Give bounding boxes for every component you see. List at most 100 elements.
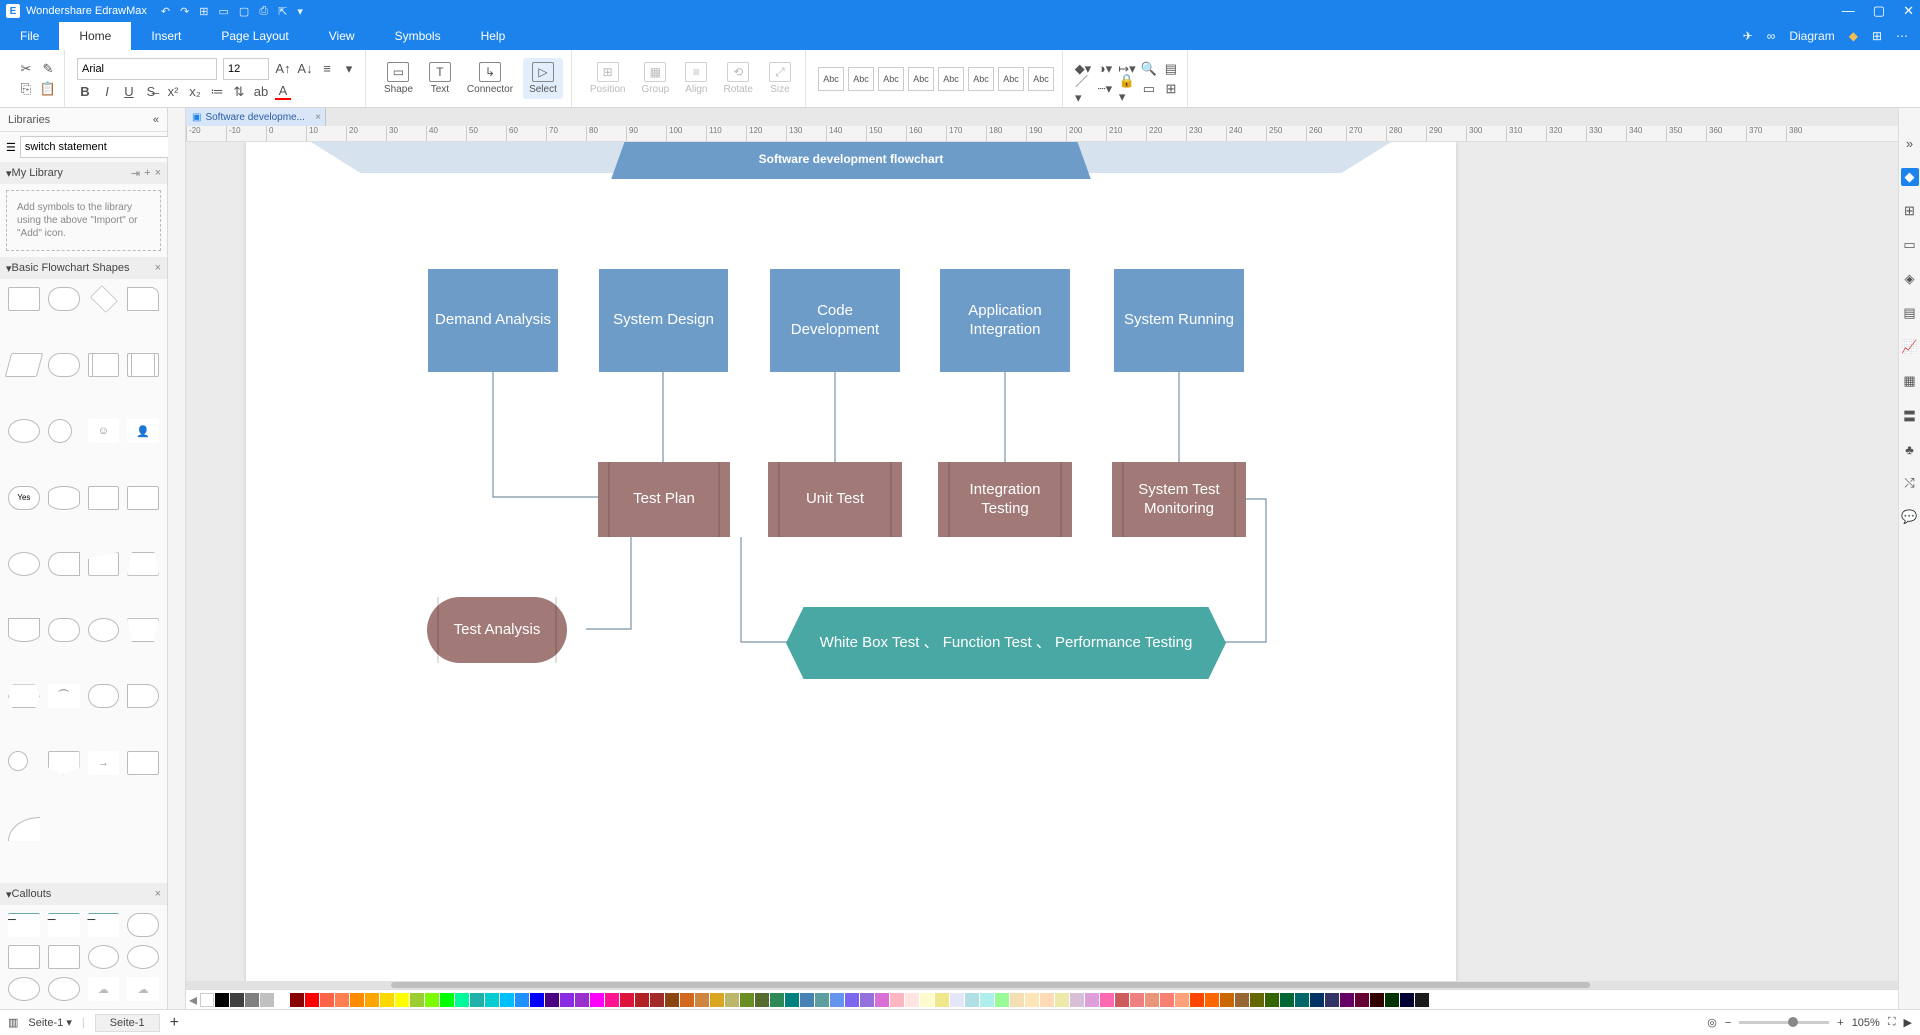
color-swatch[interactable]	[1100, 993, 1114, 1007]
more-icon[interactable]: ⋯	[1896, 29, 1908, 43]
collapse-panel-icon[interactable]: «	[153, 114, 159, 126]
open-icon[interactable]: ▭	[219, 5, 229, 18]
grid-toggle-icon[interactable]: ⊞	[1163, 81, 1179, 97]
library-menu-icon[interactable]: ☰	[6, 141, 16, 154]
shape-demand-analysis[interactable]: Demand Analysis	[428, 269, 558, 372]
send-icon[interactable]: ✈	[1743, 29, 1753, 43]
style-4[interactable]: Abc	[908, 67, 934, 91]
text-tool[interactable]: TText	[423, 58, 457, 99]
menu-view[interactable]: View	[309, 22, 375, 50]
presentation-icon[interactable]: ▶	[1904, 1016, 1912, 1029]
color-swatch[interactable]	[1370, 993, 1384, 1007]
document-tab[interactable]: ▣ Software developme... ×	[186, 108, 326, 126]
shape-note[interactable]	[127, 751, 159, 775]
shape-terminator[interactable]	[48, 353, 80, 377]
underline-icon[interactable]: U	[121, 84, 137, 100]
color-swatch[interactable]	[815, 993, 829, 1007]
theme-icon[interactable]: ⊞	[1901, 202, 1919, 220]
color-swatch[interactable]	[620, 993, 634, 1007]
shape-rectangle[interactable]	[8, 287, 40, 311]
maximize-icon[interactable]: ▢	[1873, 3, 1885, 19]
shape-cylinder[interactable]	[48, 486, 80, 510]
palette-scroll-left-icon[interactable]: ◂	[186, 990, 200, 1010]
color-swatch[interactable]	[995, 993, 1009, 1007]
color-swatch[interactable]	[1175, 993, 1189, 1007]
color-swatch[interactable]	[1310, 993, 1324, 1007]
add-icon[interactable]: +	[144, 167, 150, 180]
copy-icon[interactable]: ⎘	[18, 81, 34, 97]
my-library-header[interactable]: ▾ My Library ⇥+×	[0, 162, 167, 184]
shape-tool[interactable]: ▭Shape	[378, 58, 419, 99]
shape-predefined[interactable]	[127, 353, 159, 377]
shape-parallelogram[interactable]	[5, 353, 43, 377]
shape-integration-testing[interactable]: Integration Testing	[938, 462, 1072, 537]
image-icon[interactable]: ▭	[1901, 236, 1919, 254]
color-swatch[interactable]	[1205, 993, 1219, 1007]
shape-double-rect[interactable]	[88, 353, 120, 377]
color-swatch[interactable]	[230, 993, 244, 1007]
menu-page-layout[interactable]: Page Layout	[201, 22, 308, 50]
color-swatch[interactable]	[395, 993, 409, 1007]
add-page-button[interactable]: +	[170, 1014, 179, 1032]
callout-cloud2[interactable]: ☁	[127, 977, 159, 1001]
color-swatch[interactable]	[605, 993, 619, 1007]
color-swatch[interactable]	[455, 993, 469, 1007]
comment-icon[interactable]: 💬	[1901, 508, 1919, 526]
shape-user[interactable]: 👤	[127, 419, 159, 443]
color-swatch[interactable]	[365, 993, 379, 1007]
share-icon[interactable]: ∞	[1767, 29, 1776, 43]
color-swatch[interactable]	[1145, 993, 1159, 1007]
shuffle-icon[interactable]: ⤭	[1901, 474, 1919, 492]
color-swatch[interactable]	[215, 993, 229, 1007]
color-swatch[interactable]	[500, 993, 514, 1007]
color-swatch[interactable]	[485, 993, 499, 1007]
color-swatch[interactable]	[590, 993, 604, 1007]
shape-trapezoid[interactable]	[127, 552, 159, 576]
shape-cube[interactable]	[88, 486, 120, 510]
shape-halfcyl[interactable]	[48, 552, 80, 576]
callout-think2[interactable]	[48, 977, 80, 1001]
style-1[interactable]: Abc	[818, 67, 844, 91]
fit-view-icon[interactable]: ◎	[1707, 1016, 1717, 1029]
shape-offpage[interactable]	[48, 751, 80, 775]
color-swatch[interactable]	[1115, 993, 1129, 1007]
color-swatch[interactable]	[1220, 993, 1234, 1007]
close-callouts-icon[interactable]: ×	[155, 888, 161, 900]
chart-icon[interactable]: 📈	[1901, 338, 1919, 356]
callouts-header[interactable]: ▾ Callouts ×	[0, 883, 167, 905]
shape-oval2[interactable]	[88, 618, 120, 642]
color-swatch[interactable]	[665, 993, 679, 1007]
bullets-icon[interactable]: ≔	[209, 84, 225, 100]
color-swatch[interactable]	[470, 993, 484, 1007]
no-fill-swatch[interactable]	[200, 993, 214, 1007]
undo-icon[interactable]: ↶	[161, 5, 170, 18]
cut-icon[interactable]: ✂	[18, 61, 34, 77]
color-swatch[interactable]	[245, 993, 259, 1007]
color-swatch[interactable]	[770, 993, 784, 1007]
callout-line2[interactable]: ─	[48, 913, 80, 937]
zoom-slider[interactable]	[1739, 1021, 1829, 1024]
callout-rect[interactable]	[127, 913, 159, 937]
color-swatch[interactable]	[740, 993, 754, 1007]
paste-icon[interactable]: 📋	[40, 81, 56, 97]
shape-system-test-monitoring[interactable]: System Test Monitoring	[1112, 462, 1246, 537]
diamond-icon[interactable]: ◆	[1849, 29, 1858, 43]
shadow-icon[interactable]: ◑▾	[1097, 61, 1113, 77]
color-swatch[interactable]	[530, 993, 544, 1007]
shape-test-plan[interactable]: Test Plan	[598, 462, 730, 537]
layers-panel-icon[interactable]: ◈	[1901, 270, 1919, 288]
color-swatch[interactable]	[560, 993, 574, 1007]
shape-circle[interactable]	[48, 419, 72, 443]
color-swatch[interactable]	[335, 993, 349, 1007]
color-swatch[interactable]	[1190, 993, 1204, 1007]
color-swatch[interactable]	[680, 993, 694, 1007]
zoom-in-icon[interactable]: +	[1837, 1017, 1843, 1029]
line-dash-icon[interactable]: ┈▾	[1097, 81, 1113, 97]
callout-think[interactable]	[8, 977, 40, 1001]
color-swatch[interactable]	[1265, 993, 1279, 1007]
import-icon[interactable]: ⇥	[131, 167, 140, 180]
page-icon[interactable]: ▭	[1141, 81, 1157, 97]
color-swatch[interactable]	[890, 993, 904, 1007]
callout-bubble2[interactable]	[127, 945, 159, 969]
color-swatch[interactable]	[1325, 993, 1339, 1007]
